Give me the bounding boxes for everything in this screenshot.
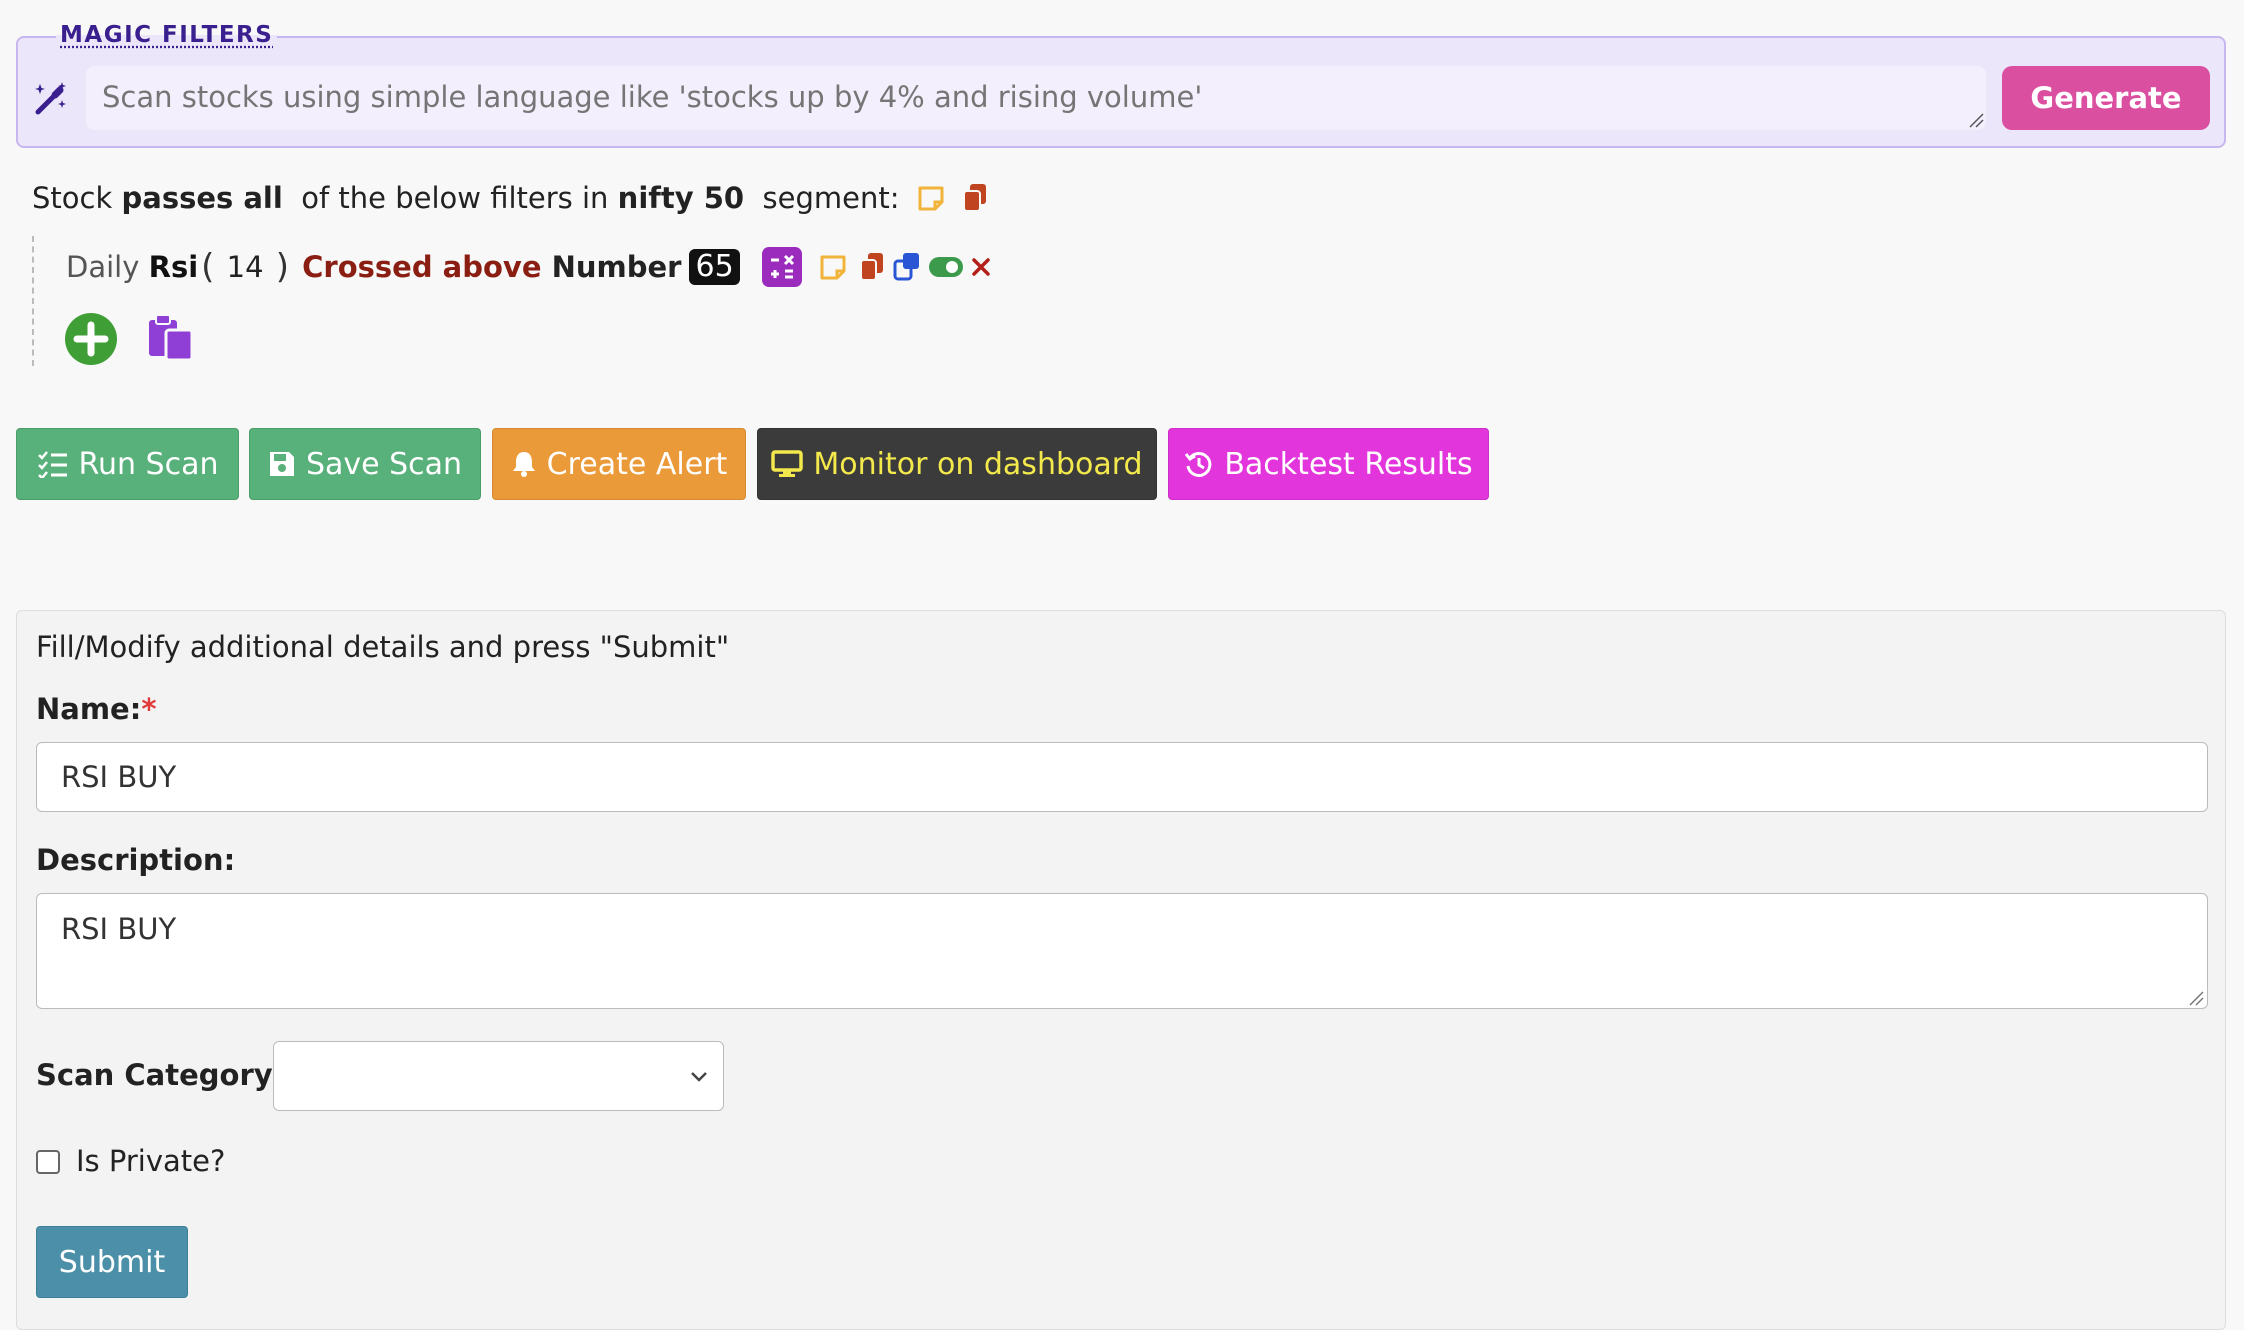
backtest-results-button[interactable]: Backtest Results — [1168, 428, 1489, 500]
generate-button[interactable]: Generate — [2002, 66, 2210, 130]
condition-segment[interactable]: nifty 50 — [618, 181, 744, 215]
monitor-dashboard-label: Monitor on dashboard — [813, 446, 1143, 482]
backtest-results-label: Backtest Results — [1224, 446, 1473, 482]
floppy-disk-icon — [269, 452, 294, 476]
run-scan-label: Run Scan — [78, 446, 219, 482]
description-textarea[interactable]: RSI BUY — [36, 893, 2208, 1009]
scan-category-select[interactable] — [273, 1041, 724, 1111]
create-alert-button[interactable]: Create Alert — [492, 428, 746, 500]
magic-wand-icon — [35, 82, 66, 115]
desktop-monitor-icon — [771, 450, 804, 477]
filter-period[interactable]: 14 — [217, 250, 272, 284]
filter-group-border — [32, 236, 34, 366]
list-check-icon — [37, 451, 67, 478]
required-mark: * — [141, 692, 157, 726]
filter-note-icon[interactable] — [818, 252, 848, 282]
filter-paren-open: ( — [201, 247, 215, 287]
filter-row: Daily Rsi ( 14 ) Crossed above Number 65 — [66, 246, 992, 288]
note-icon[interactable] — [916, 183, 946, 213]
filter-operator[interactable]: Crossed above — [292, 250, 552, 284]
name-label-text: Name: — [36, 692, 142, 726]
filter-compare[interactable]: Number — [552, 250, 682, 284]
scan-category-label: Scan Category: — [36, 1058, 285, 1092]
filter-timeframe[interactable]: Daily — [66, 250, 149, 284]
run-scan-button[interactable]: Run Scan — [16, 428, 239, 500]
resize-grip-icon[interactable] — [1968, 112, 1984, 128]
create-alert-label: Create Alert — [546, 446, 728, 482]
toggle-on-icon[interactable] — [928, 256, 964, 278]
filter-paren-close: ) — [275, 247, 290, 287]
bell-icon — [512, 452, 535, 477]
description-resize-grip-icon[interactable] — [2188, 990, 2204, 1006]
filter-copy-icon[interactable] — [858, 251, 886, 283]
submit-button[interactable]: Submit — [36, 1226, 188, 1298]
magic-filters-legend: MAGIC FILTERS — [56, 22, 278, 48]
condition-middle: of the below filters in — [282, 181, 618, 215]
name-label: Name:* — [36, 692, 157, 726]
is-private-label: Is Private? — [76, 1144, 226, 1178]
paste-filter-icon[interactable] — [146, 312, 196, 362]
condition-prefix: Stock — [32, 181, 122, 215]
filter-value-badge[interactable]: 65 — [689, 249, 740, 285]
add-filter-icon[interactable] — [64, 312, 118, 366]
chevron-down-icon — [691, 1072, 707, 1082]
is-private-checkbox[interactable] — [36, 1150, 60, 1174]
name-input[interactable] — [36, 742, 2208, 812]
remove-filter-icon[interactable] — [970, 256, 992, 278]
description-label: Description: — [36, 843, 236, 877]
monitor-dashboard-button[interactable]: Monitor on dashboard — [757, 428, 1157, 500]
save-scan-label: Save Scan — [305, 446, 463, 482]
condition-mode[interactable]: passes all — [121, 181, 282, 215]
magic-filter-input[interactable] — [86, 66, 1986, 130]
filter-duplicate-icon[interactable] — [892, 251, 922, 283]
calculator-icon[interactable] — [761, 247, 802, 287]
save-scan-button[interactable]: Save Scan — [249, 428, 481, 500]
scan-condition-line: Stock passes all of the below filters in… — [32, 178, 990, 218]
history-icon — [1185, 451, 1212, 477]
copy-icon[interactable] — [960, 182, 990, 214]
condition-suffix: segment: — [744, 181, 900, 215]
filter-indicator[interactable]: Rsi — [149, 250, 199, 284]
form-instruction: Fill/Modify additional details and press… — [36, 630, 730, 664]
